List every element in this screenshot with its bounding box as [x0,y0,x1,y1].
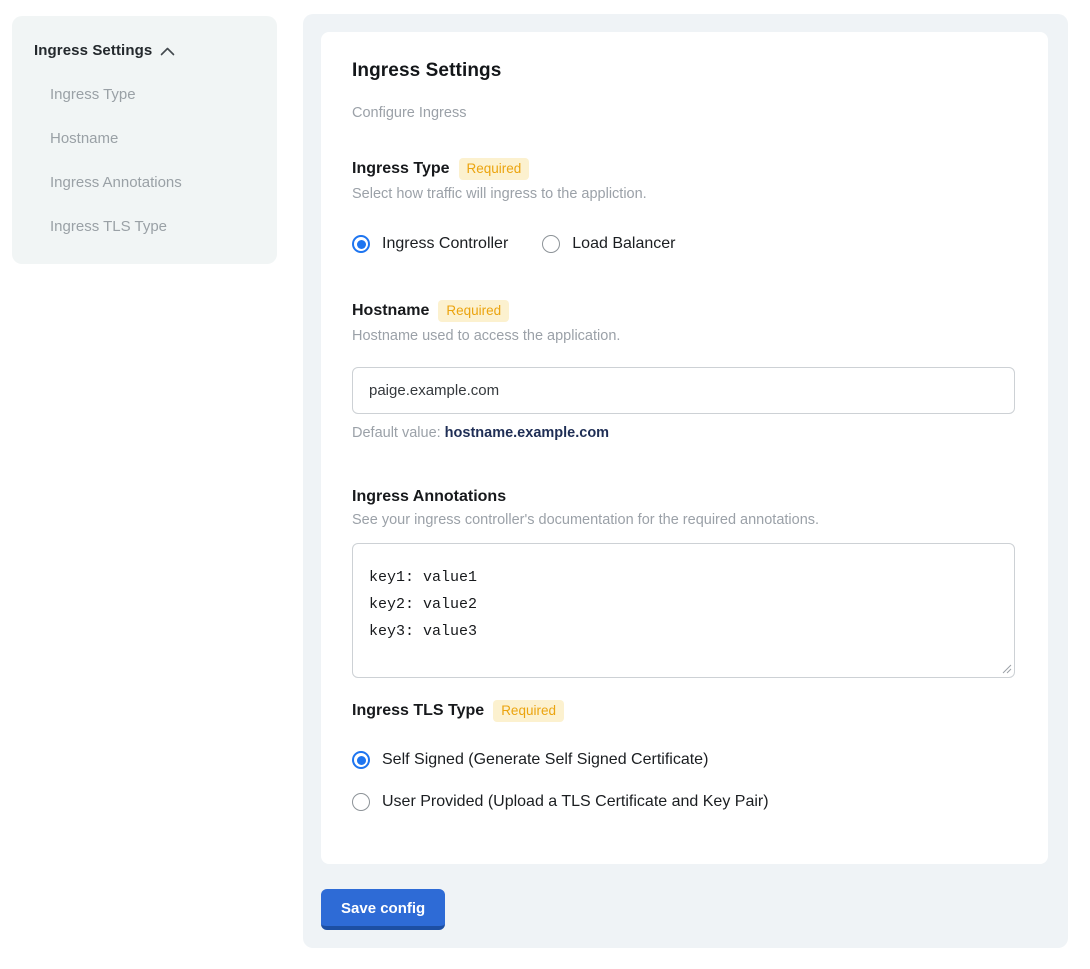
sidebar-item-ingress-tls-type[interactable]: Ingress TLS Type [34,218,255,235]
radio-label: Self Signed (Generate Self Signed Certif… [382,751,708,769]
radio-unselected-icon [542,235,560,253]
ingress-settings-card: Ingress Settings Configure Ingress Ingre… [321,32,1048,864]
radio-user-provided[interactable]: User Provided (Upload a TLS Certificate … [352,793,1015,811]
radio-ingress-controller[interactable]: Ingress Controller [352,235,508,253]
radio-selected-icon [352,235,370,253]
default-value-prefix: Default value: [352,425,441,441]
hostname-description: Hostname used to access the application. [352,328,1015,344]
hostname-default-line: Default value:hostname.example.com [352,425,1015,441]
section-ingress-annotations: Ingress Annotations See your ingress con… [352,488,1015,678]
required-badge: Required [459,158,530,180]
radio-self-signed[interactable]: Self Signed (Generate Self Signed Certif… [352,751,1015,769]
ingress-type-description: Select how traffic will ingress to the a… [352,186,1015,202]
sidebar-section-title: Ingress Settings [34,42,152,59]
sidebar: Ingress Settings Ingress Type Hostname I… [12,16,277,264]
save-config-button[interactable]: Save config [321,889,445,930]
default-value-text: hostname.example.com [445,425,609,441]
section-ingress-type: Ingress Type Required Select how traffic… [352,158,1015,253]
hostname-label: Hostname [352,302,429,320]
radio-unselected-icon [352,793,370,811]
required-badge: Required [493,700,564,722]
sidebar-section-toggle[interactable]: Ingress Settings [34,42,255,59]
ingress-type-label: Ingress Type [352,160,450,178]
radio-selected-icon [352,751,370,769]
sidebar-item-hostname[interactable]: Hostname [34,130,255,147]
radio-label: Load Balancer [572,235,675,253]
ingress-tls-type-label: Ingress TLS Type [352,702,484,720]
radio-load-balancer[interactable]: Load Balancer [542,235,675,253]
page-title: Ingress Settings [352,60,1015,82]
section-ingress-tls-type: Ingress TLS Type Required Self Signed (G… [352,700,1015,811]
radio-label: Ingress Controller [382,235,508,253]
page-subtitle: Configure Ingress [352,105,1015,121]
ingress-annotations-description: See your ingress controller's documentat… [352,512,1015,528]
chevron-up-icon [160,47,175,56]
sidebar-item-ingress-annotations[interactable]: Ingress Annotations [34,174,255,191]
ingress-annotations-textarea[interactable]: key1: value1 key2: value2 key3: value3 [352,543,1015,678]
settings-panel: Ingress Settings Configure Ingress Ingre… [303,14,1068,948]
sidebar-item-ingress-type[interactable]: Ingress Type [34,86,255,103]
section-hostname: Hostname Required Hostname used to acces… [352,300,1015,441]
radio-label: User Provided (Upload a TLS Certificate … [382,793,769,811]
required-badge: Required [438,300,509,322]
ingress-annotations-label: Ingress Annotations [352,488,506,506]
hostname-input[interactable] [352,367,1015,414]
resize-handle-icon[interactable] [1002,664,1012,674]
